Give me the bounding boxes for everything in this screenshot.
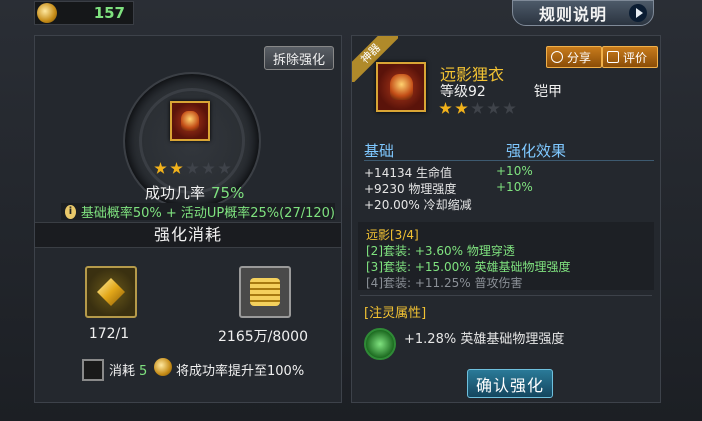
gold-coin-icon: [37, 3, 57, 23]
play-arrow-icon: [629, 4, 647, 22]
probability-line: i 基础概率50% + 活动UP概率25%(27/120): [61, 203, 335, 221]
stat-header: 基础 强化效果: [364, 140, 654, 161]
currency-value: 157: [93, 4, 125, 22]
material-count-gold: 2165万/8000: [218, 329, 308, 345]
share-button[interactable]: 分享: [546, 46, 602, 68]
share-icon: [551, 51, 563, 63]
info-icon[interactable]: i: [65, 204, 76, 219]
stat-header-effect: 强化效果: [506, 142, 567, 160]
consume-label: 消耗: [109, 364, 136, 379]
evaluate-button[interactable]: 评价: [602, 46, 658, 68]
star-empty-icon: [471, 102, 484, 114]
star-icon: [455, 102, 468, 114]
spirit-orb-icon: [364, 328, 396, 360]
star-empty-icon: [487, 102, 500, 114]
rules-button[interactable]: 规则说明: [512, 0, 654, 26]
star-empty-icon: [186, 162, 199, 174]
consume-count: 5: [139, 364, 148, 379]
star-icon: [170, 162, 183, 174]
item-type: 铠甲: [534, 84, 562, 100]
set-line: [2]套装: +3.60% 物理穿透: [366, 244, 515, 258]
consume-text: 消耗 5: [109, 360, 147, 379]
confirm-enhance-button[interactable]: 确认强化: [467, 369, 553, 398]
star-icon: [154, 162, 167, 174]
cost-heading: 强化消耗: [35, 222, 341, 248]
stat-row: +14134 生命值 +10%: [364, 164, 533, 180]
star-rating: [154, 162, 231, 175]
set-bonus-box: 远影[3/4] [2]套装: +3.60% 物理穿透 [3]套装: +15.00…: [358, 222, 654, 290]
star-rating: [439, 102, 516, 115]
item-detail-panel: 神器 远影狸衣 等级92 铠甲 分享 评价 基础 强化效果 +14134 生命值…: [351, 35, 661, 403]
boost-checkbox[interactable]: [82, 359, 104, 381]
enhance-stone-icon[interactable]: [85, 266, 137, 318]
spirit-title: [注灵属性]: [364, 306, 427, 321]
set-line: [3]套装: +15.00% 英雄基础物理强度: [366, 260, 571, 274]
set-title: 远影[3/4]: [366, 228, 419, 242]
divider: [360, 295, 652, 296]
spirit-text: +1.28% 英雄基础物理强度: [404, 332, 565, 347]
success-label: 成功几率: [145, 184, 206, 202]
star-icon: [439, 102, 452, 114]
star-empty-icon: [503, 102, 516, 114]
armor-icon[interactable]: [376, 62, 426, 112]
gold-coin-icon: [154, 358, 172, 376]
enhance-panel: 拆除强化 成功几率 75% i 基础概率50% + 活动UP概率25%(27/12…: [34, 35, 342, 403]
stat-row: +20.00% 冷却缩减: [364, 198, 472, 212]
item-level: 等级92: [440, 84, 486, 100]
stat-row: +9230 物理强度 +10%: [364, 180, 533, 196]
set-line: [4]套装: +11.25% 普攻伤害: [366, 276, 523, 290]
boost-text: 将成功率提升至100%: [176, 364, 305, 379]
stat-header-base: 基础: [364, 142, 395, 160]
remove-enhance-button[interactable]: 拆除强化: [264, 46, 334, 70]
star-empty-icon: [218, 162, 231, 174]
armor-icon[interactable]: [170, 101, 210, 141]
star-empty-icon: [202, 162, 215, 174]
edit-icon: [607, 51, 619, 63]
success-percent: 75%: [211, 184, 245, 202]
rules-button-label: 规则说明: [539, 5, 608, 24]
probability-text: 基础概率50% + 活动UP概率25%(27/120): [80, 206, 335, 221]
top-bar: 157 规则说明: [0, 0, 702, 30]
currency-display: 157: [34, 1, 134, 25]
gold-pile-icon[interactable]: [239, 266, 291, 318]
success-rate: 成功几率 75%: [145, 182, 244, 203]
material-count-stone: 172/1: [88, 326, 130, 342]
